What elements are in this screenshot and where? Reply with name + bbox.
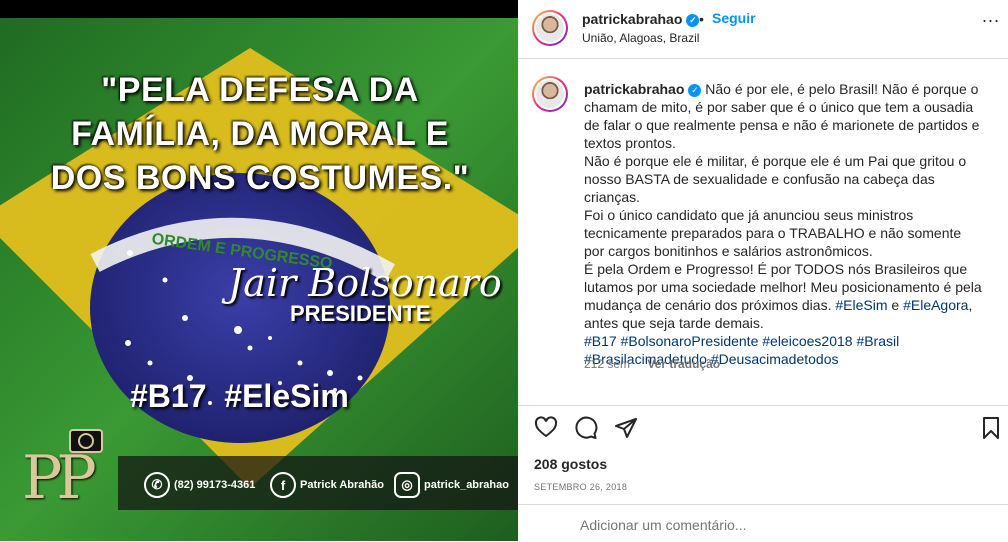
heart-icon[interactable] bbox=[534, 416, 558, 440]
more-options-icon[interactable]: ... bbox=[982, 6, 1000, 27]
post-time[interactable]: 212 sem bbox=[584, 357, 630, 371]
caption-username[interactable]: patrickabrahao bbox=[584, 81, 684, 97]
post-image[interactable]: ORDEM E PROGRESSO "PELA DEFESA DA FAMÍLI… bbox=[0, 18, 518, 541]
hashtag-link[interactable]: #EleSim bbox=[835, 297, 887, 313]
hashtag-link[interactable]: #B17 bbox=[584, 333, 617, 349]
post-date: SETEMBRO 26, 2018 bbox=[534, 482, 628, 492]
verified-icon: ✓ bbox=[688, 84, 702, 97]
whatsapp-icon: ✆ bbox=[144, 472, 170, 498]
share-icon[interactable] bbox=[614, 416, 638, 440]
quote-text: "PELA DEFESA DA FAMÍLIA, DA MORAL E DOS … bbox=[50, 71, 470, 197]
comment-icon[interactable] bbox=[574, 416, 598, 440]
save-icon[interactable] bbox=[980, 416, 1002, 440]
comment-bar bbox=[518, 504, 1008, 542]
post-header: patrickabrahao ✓ • Seguir União, Alagoas,… bbox=[518, 0, 1008, 59]
hashtag-link[interactable]: #Brasil bbox=[856, 333, 899, 349]
facebook-name: Patrick Abrahão bbox=[300, 479, 384, 491]
caption-avatar[interactable] bbox=[532, 76, 568, 112]
facebook-icon: f bbox=[270, 472, 296, 498]
instagram-icon: ◎ bbox=[394, 472, 420, 498]
verified-icon: ✓ bbox=[686, 14, 700, 27]
translate-button[interactable]: Ver tradução bbox=[647, 357, 720, 371]
president-label: PRESIDENTE bbox=[290, 301, 431, 326]
signature: Jair Bolsonaro bbox=[228, 261, 502, 305]
post-side-panel: patrickabrahao ✓ • Seguir União, Alagoas,… bbox=[518, 0, 1008, 541]
separator-dot: • bbox=[699, 11, 704, 27]
contact-bar: ✆ (82) 99173-4361 f Patrick Abrahão ◎ pa… bbox=[118, 456, 518, 510]
instagram-handle: patrick_abrahao bbox=[424, 479, 509, 491]
hashtag-link[interactable]: #EleAgora bbox=[903, 297, 968, 313]
caption-text-3: Foi o único candidato que já anunciou se… bbox=[584, 207, 962, 259]
header-username-text[interactable]: patrickabrahao bbox=[582, 11, 682, 27]
header-username[interactable]: patrickabrahao ✓ bbox=[582, 11, 700, 27]
top-black-bar bbox=[0, 0, 518, 18]
phone-number: (82) 99173-4361 bbox=[174, 479, 256, 491]
avatar[interactable] bbox=[532, 10, 568, 46]
likes-count[interactable]: 208 gostos bbox=[534, 456, 607, 472]
caption-text-2: Não é porque ele é militar, é porque ele… bbox=[584, 153, 967, 205]
follow-button[interactable]: Seguir bbox=[712, 10, 756, 26]
contact-instagram: ◎ patrick_abrahao bbox=[394, 472, 509, 498]
image-hashtags: #B17 #EleSim bbox=[130, 378, 349, 414]
comment-input[interactable] bbox=[578, 513, 942, 537]
caption-meta: 212 sem Ver tradução bbox=[584, 357, 734, 371]
contact-facebook: f Patrick Abrahão bbox=[270, 472, 384, 498]
contact-phone: ✆ (82) 99173-4361 bbox=[144, 472, 255, 498]
location-link[interactable]: União, Alagoas, Brazil bbox=[582, 31, 699, 45]
caption: patrickabrahao ✓ Não é por ele, é pelo Br… bbox=[584, 80, 984, 368]
caption-text-4b: e bbox=[887, 297, 904, 313]
hashtag-link[interactable]: #BolsonaroPresidente bbox=[621, 333, 759, 349]
logo-text: PP bbox=[22, 443, 97, 513]
hashtag-link[interactable]: #eleicoes2018 bbox=[762, 333, 852, 349]
action-bar bbox=[518, 405, 1008, 446]
